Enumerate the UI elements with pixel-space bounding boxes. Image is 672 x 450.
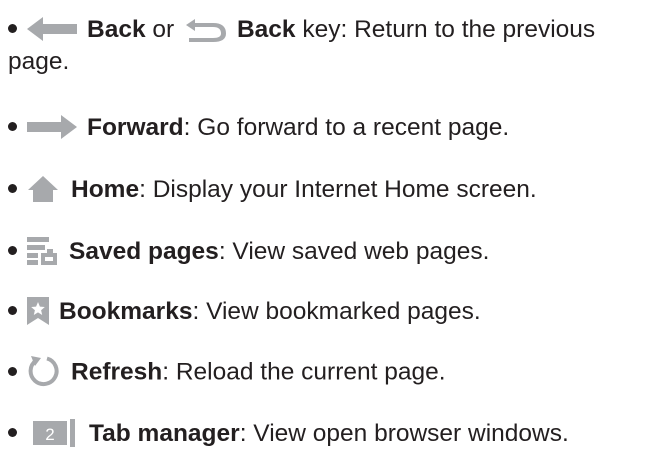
saved-pages-icon — [27, 236, 57, 265]
list-item-saved-pages: Saved pages: View saved web pages. — [8, 236, 672, 268]
refresh-description: : Reload the current page. — [162, 358, 446, 386]
forward-description: : Go forward to a recent page. — [183, 114, 510, 141]
back-label: Back — [87, 16, 146, 43]
bookmarks-label: Bookmarks — [59, 298, 193, 325]
back-arrow-icon — [27, 16, 77, 41]
list-item-bookmarks: Bookmarks: View bookmarked pages. — [8, 296, 672, 328]
bullet — [8, 246, 17, 256]
or-text: or — [145, 16, 181, 43]
list-item-back: Back or Back key: Return to the previous — [8, 14, 672, 46]
refresh-icon — [27, 354, 61, 388]
bullet — [8, 184, 17, 194]
list-item-forward: Forward: Go forward to a recent page. — [8, 112, 672, 144]
saved-pages-label: Saved pages — [69, 238, 219, 265]
back-description-continued: page. — [8, 48, 70, 75]
list-item-tab-manager: 2 Tab manager: View open browser windows… — [8, 418, 672, 450]
forward-label: Forward — [87, 114, 184, 141]
list-item-refresh: Refresh: Reload the current page. — [8, 356, 672, 390]
back-description: key: Return to the previous — [295, 16, 596, 43]
bullet — [8, 24, 17, 34]
tab-manager-description: : View open browser windows. — [239, 420, 569, 447]
tab-manager-icon: 2 — [33, 418, 77, 447]
bookmark-icon — [27, 296, 49, 325]
back-key-label: Back — [236, 16, 296, 43]
bullet — [8, 122, 17, 132]
forward-arrow-icon — [27, 114, 77, 139]
bullet — [8, 306, 17, 316]
home-label: Home — [71, 176, 140, 203]
refresh-label: Refresh — [71, 358, 163, 386]
back-key-icon — [183, 16, 229, 42]
list-item-home: Home: Display your Internet Home screen. — [8, 174, 672, 206]
home-description: : Display your Internet Home screen. — [139, 176, 537, 203]
tab-manager-label: Tab manager — [89, 420, 240, 447]
tab-count-text: 2 — [45, 425, 54, 444]
bullet — [8, 428, 17, 438]
bullet — [8, 366, 17, 376]
bookmarks-description: : View bookmarked pages. — [192, 298, 481, 325]
home-icon — [27, 175, 59, 203]
saved-pages-description: : View saved web pages. — [218, 238, 490, 265]
